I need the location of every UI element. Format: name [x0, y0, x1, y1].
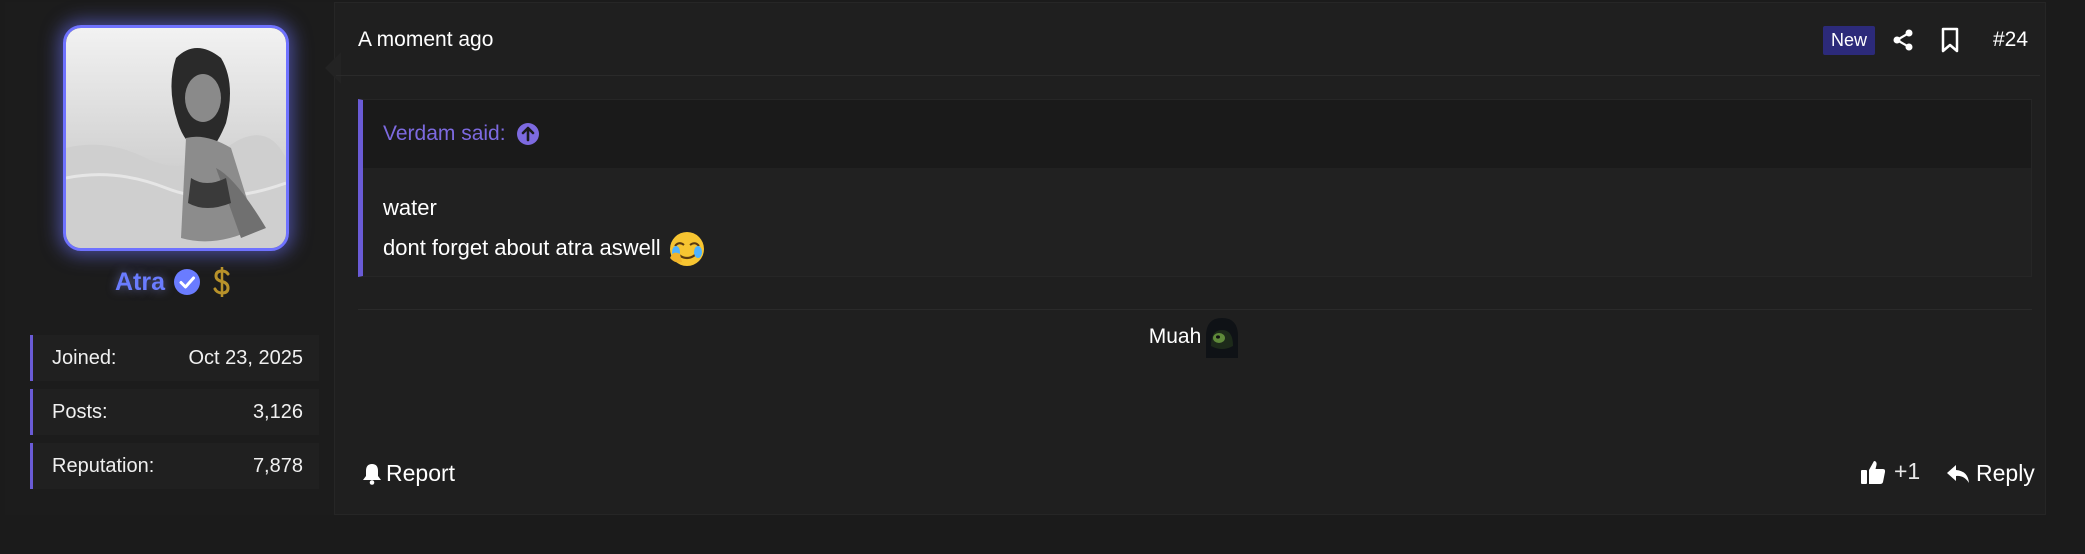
post-timestamp[interactable]: A moment ago: [358, 28, 493, 52]
verified-check-icon: [174, 269, 200, 295]
new-badge: New: [1823, 26, 1876, 55]
stat-value: Oct 23, 2025: [188, 346, 303, 369]
dollar-icon: [213, 267, 230, 297]
reply-button[interactable]: Reply: [1946, 460, 2035, 487]
kermit-hooded-icon: [1206, 318, 1239, 358]
report-button[interactable]: Report: [362, 460, 455, 487]
post-header: A moment ago New #24: [336, 2, 2040, 76]
jump-to-quote-icon[interactable]: [516, 122, 540, 146]
author-stats: Joined: Oct 23, 2025 Posts: 3,126 Reputa…: [30, 335, 319, 497]
like-button[interactable]: +1: [1860, 458, 1920, 485]
quote-body: water dont forget about atra aswell: [363, 168, 2031, 276]
report-label: Report: [386, 460, 456, 486]
quote-attribution[interactable]: Verdam said:: [383, 122, 506, 146]
reply-label: Reply: [1976, 460, 2035, 486]
stat-label: Joined:: [52, 346, 117, 369]
bookmark-icon[interactable]: [1939, 27, 1961, 53]
face-holding-back-tears-icon: [669, 232, 704, 266]
quote-line: dont forget about atra aswell: [383, 235, 661, 260]
stat-value: 7,878: [252, 454, 303, 477]
stat-value: 3,126: [252, 400, 303, 423]
stat-label: Reputation:: [52, 454, 155, 477]
quote-line-row: dont forget about atra aswell: [383, 228, 2011, 268]
stat-joined: Joined: Oct 23, 2025: [30, 335, 319, 381]
like-count: +1: [1894, 458, 1921, 484]
avatar[interactable]: [63, 25, 289, 251]
username[interactable]: Atra: [115, 268, 165, 297]
post-message: Muah: [336, 316, 2040, 358]
author-sidebar: Atra Joined: Oct 23, 2025 Posts: 3,126 R…: [5, 2, 341, 515]
quote-header: Verdam said:: [363, 100, 2031, 168]
stat-reputation: Reputation: 7,878: [30, 443, 319, 489]
stat-label: Posts:: [52, 400, 108, 423]
thumbs-up-icon: [1861, 460, 1886, 484]
content-divider: [358, 309, 2032, 310]
avatar-photo: [66, 28, 286, 248]
username-row: Atra: [5, 264, 345, 300]
share-icon[interactable]: [1891, 28, 1915, 52]
stat-posts: Posts: 3,126: [30, 389, 319, 435]
post-main: A moment ago New #24 Verdam said: water …: [336, 2, 2046, 515]
bell-icon: [363, 463, 381, 485]
quote-block: Verdam said: water dont forget about atr…: [358, 99, 2032, 277]
message-text: Muah: [1148, 325, 1202, 348]
reply-icon: [1947, 464, 1969, 483]
quote-line: water: [383, 195, 437, 220]
message-body: Muah: [1149, 316, 1242, 358]
post-number-link[interactable]: #24: [1993, 28, 2028, 52]
